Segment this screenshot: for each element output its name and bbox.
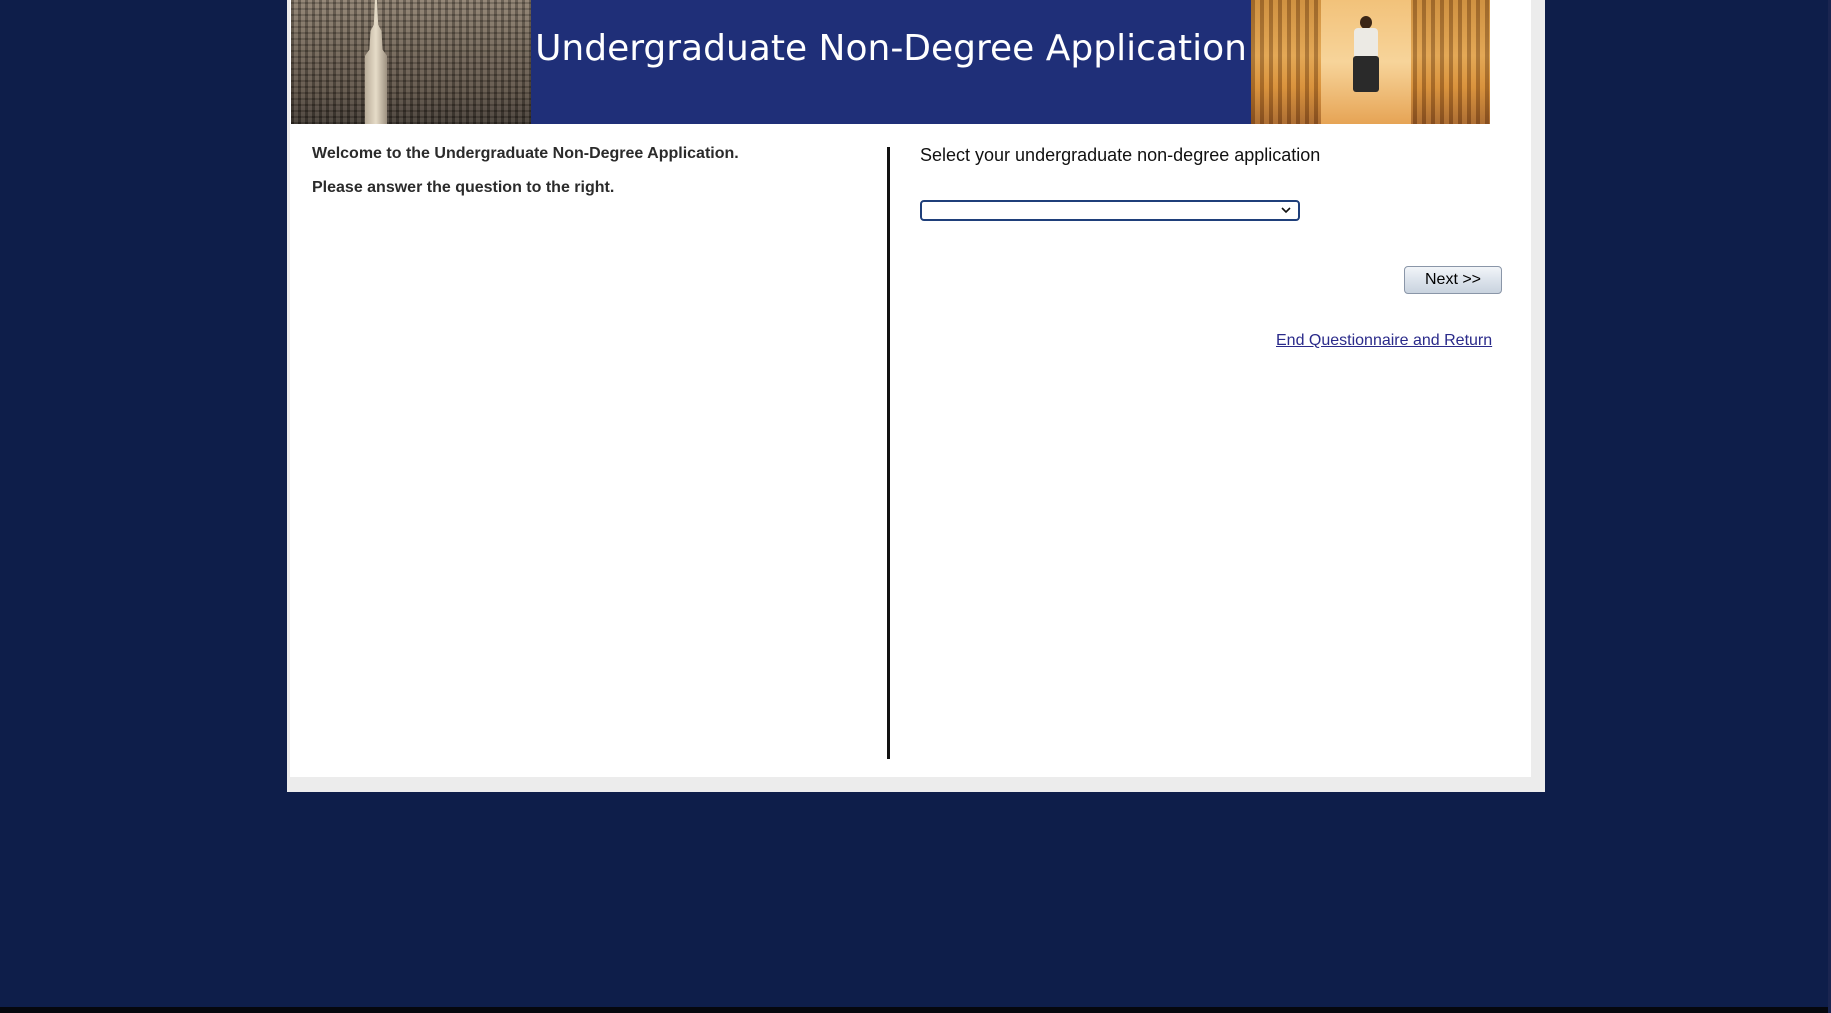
city-skyline-photo: [291, 0, 531, 124]
chevron-down-icon: [1281, 207, 1291, 214]
instruction-text: Please answer the question to the right.: [312, 179, 615, 196]
question-column: Select your undergraduate non-degree app…: [920, 145, 1510, 365]
application-type-select[interactable]: [920, 200, 1300, 221]
student-torso: [1354, 28, 1378, 58]
left-info-column: Welcome to the Undergraduate Non-Degree …: [312, 145, 872, 197]
student-legs: [1353, 56, 1379, 92]
next-button[interactable]: Next >>: [1404, 266, 1502, 294]
column-divider: [887, 147, 890, 759]
bottom-edge-strip: [0, 1007, 1831, 1013]
banner-title: Undergraduate Non-Degree Application: [535, 28, 1247, 69]
library-student-photo: [1251, 0, 1490, 124]
question-label: Select your undergraduate non-degree app…: [920, 145, 1321, 165]
end-questionnaire-link[interactable]: End Questionnaire and Return: [1276, 332, 1492, 350]
skyscraper-shape: [365, 0, 387, 124]
header-banner: Undergraduate Non-Degree Application: [291, 0, 1490, 124]
welcome-text: Welcome to the Undergraduate Non-Degree …: [312, 145, 739, 162]
student-figure: [1351, 16, 1381, 94]
